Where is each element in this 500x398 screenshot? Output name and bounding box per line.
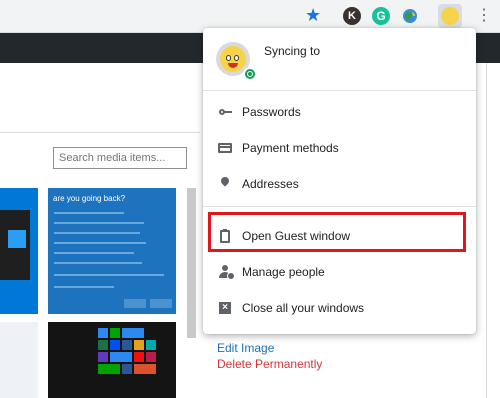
edit-image-link[interactable]: Edit Image	[217, 341, 274, 355]
search-media-input[interactable]	[53, 147, 187, 169]
menu-item-passwords[interactable]: Passwords	[203, 98, 476, 126]
menu-item-payment-methods[interactable]: Payment methods	[203, 134, 476, 162]
k-extension-icon[interactable]: K	[343, 7, 361, 25]
menu-item-label: Payment methods	[242, 141, 339, 155]
thumbnail-heading: are you going back?	[53, 194, 126, 203]
menu-item-close-all-windows[interactable]: × Close all your windows	[203, 294, 476, 322]
menu-item-label: Close all your windows	[242, 301, 365, 315]
delete-permanently-link[interactable]: Delete Permanently	[217, 357, 322, 371]
menu-divider	[203, 90, 476, 91]
profile-menu-popup: Syncing to Passwords Payment methods Add…	[203, 28, 476, 334]
menu-item-label: Open Guest window	[242, 229, 351, 243]
media-thumbnail-light[interactable]	[0, 322, 38, 398]
menu-item-open-guest-window[interactable]: Open Guest window	[203, 222, 476, 250]
star-icon[interactable]: ★	[305, 6, 323, 24]
key-icon	[218, 105, 232, 119]
menu-item-label: Passwords	[242, 105, 301, 119]
chrome-menu-icon[interactable]: ⋮	[476, 5, 492, 27]
sidebar-divider	[486, 63, 487, 398]
globe-extension-icon[interactable]	[401, 7, 419, 25]
sync-status-icon	[243, 67, 257, 81]
location-pin-icon	[218, 175, 232, 191]
media-thumbnail-tablet[interactable]	[0, 188, 38, 314]
credit-card-icon	[218, 141, 232, 155]
media-thumbnail-windows-rollback[interactable]: are you going back?	[48, 188, 176, 314]
media-thumbnail-start-tiles[interactable]	[48, 322, 176, 398]
menu-item-addresses[interactable]: Addresses	[203, 170, 476, 198]
guest-badge-icon	[218, 229, 232, 243]
grammarly-extension-icon[interactable]: G	[372, 7, 390, 25]
close-windows-icon: ×	[218, 301, 232, 315]
menu-item-label: Addresses	[242, 177, 299, 191]
sync-title: Syncing to	[264, 44, 321, 58]
menu-divider	[203, 206, 476, 207]
menu-item-label: Manage people	[242, 265, 325, 279]
manage-people-icon	[218, 265, 235, 280]
menu-item-manage-people[interactable]: Manage people	[203, 258, 476, 286]
media-scrollbar[interactable]	[187, 188, 196, 338]
profile-avatar-icon[interactable]	[438, 4, 462, 28]
